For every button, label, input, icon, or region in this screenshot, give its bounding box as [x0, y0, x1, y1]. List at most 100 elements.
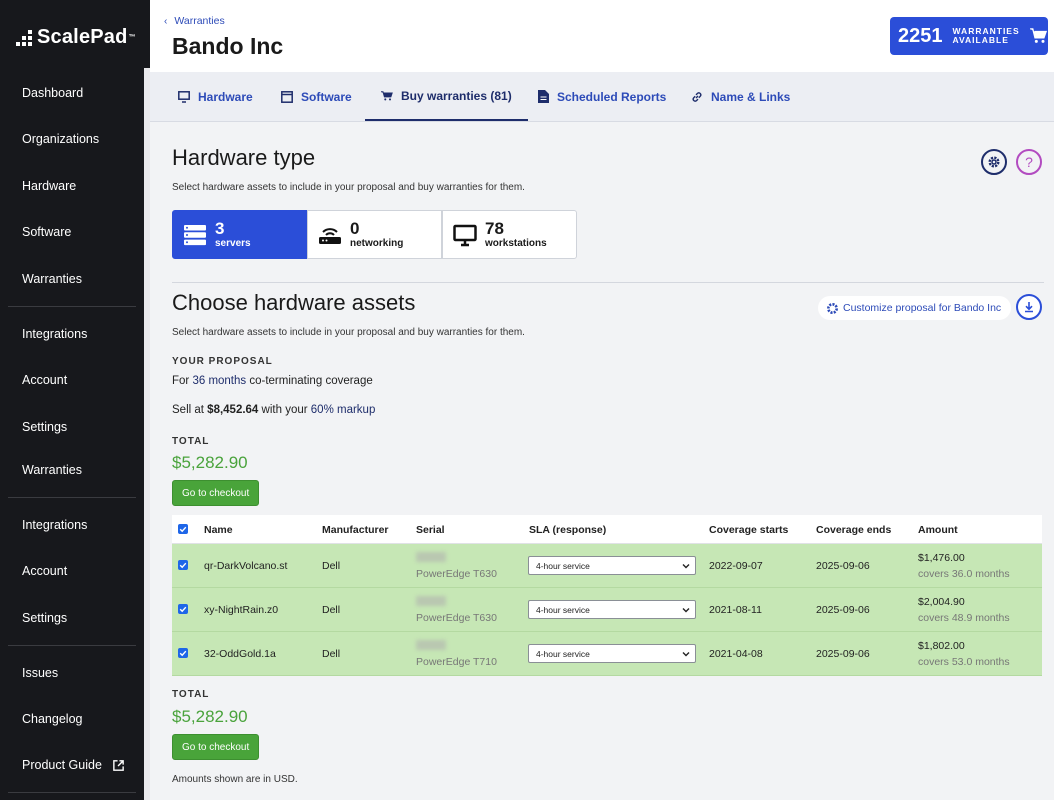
- choose-assets-title: Choose hardware assets: [172, 290, 416, 315]
- warranties-count: 2251: [898, 24, 943, 47]
- asset-model: PowerEdge T630: [416, 568, 497, 580]
- column-header-amount[interactable]: Amount: [918, 524, 958, 536]
- select-all-checkbox[interactable]: [178, 524, 188, 534]
- sidebar-divider: [8, 792, 136, 793]
- logo-text: ScalePad: [37, 26, 128, 48]
- help-button[interactable]: ?: [1016, 149, 1042, 175]
- total-label-bottom: TOTAL: [172, 689, 210, 700]
- coverage-mode[interactable]: co-terminating: [249, 375, 322, 387]
- column-header-sla[interactable]: SLA (response): [529, 524, 606, 536]
- checkout-button-bottom[interactable]: Go to checkout: [172, 734, 260, 760]
- column-header-name[interactable]: Name: [204, 524, 233, 536]
- sidebar-item-settings-2[interactable]: Settings: [22, 611, 67, 625]
- networking-label: networking: [350, 238, 404, 249]
- tab-software[interactable]: Software: [281, 72, 352, 121]
- type-card-networking[interactable]: 0 networking: [307, 210, 442, 259]
- download-button[interactable]: [1016, 294, 1042, 320]
- asset-name: 32-OddGold.1a: [204, 648, 276, 660]
- warranties-available-button[interactable]: 2251 WARRANTIES AVAILABLE: [890, 17, 1048, 55]
- sell-line: Sell at $8,452.64 with your 60% markup: [172, 404, 376, 416]
- asset-manufacturer: Dell: [322, 648, 341, 660]
- chevron-down-icon: [682, 564, 690, 569]
- cart-icon: [381, 90, 393, 100]
- breadcrumb[interactable]: ‹ Warranties: [164, 15, 225, 27]
- sla-select[interactable]: 4-hour service: [528, 556, 696, 575]
- asset-name: qr-DarkVolcano.st: [204, 560, 288, 572]
- type-card-servers[interactable]: 3 servers: [172, 210, 307, 259]
- asset-model: PowerEdge T630: [416, 612, 497, 624]
- coverage-end: 2025-09-06: [816, 648, 870, 660]
- hardware-type-title: Hardware type: [172, 145, 316, 170]
- table-row[interactable]: 32-OddGold.1a Dell PowerEdge T710 4-hour…: [172, 632, 1042, 676]
- sidebar-divider: [8, 306, 136, 307]
- checkout-button[interactable]: Go to checkout: [172, 480, 260, 506]
- customize-proposal-button[interactable]: Customize proposal for Bando Inc: [818, 296, 1012, 320]
- column-header-coverage-starts[interactable]: Coverage starts: [709, 524, 788, 536]
- networking-count: 0: [350, 219, 360, 238]
- tab-name-links[interactable]: Name & Links: [691, 72, 790, 121]
- sidebar-item-settings[interactable]: Settings: [22, 420, 67, 434]
- logo-mark-icon: [16, 29, 34, 46]
- check-icon: [179, 562, 187, 569]
- asset-manufacturer: Dell: [322, 560, 341, 572]
- section-divider: [172, 282, 1044, 283]
- row-checkbox[interactable]: [178, 560, 188, 570]
- sidebar-item-warranties-2[interactable]: Warranties: [22, 463, 82, 477]
- sidebar-item-changelog[interactable]: Changelog: [22, 712, 82, 726]
- page-header: ‹ Warranties Bando Inc 2251 WARRANTIES A…: [150, 0, 1054, 72]
- markup-link[interactable]: 60% markup: [311, 404, 376, 416]
- question-icon: ?: [1025, 154, 1033, 170]
- tab-scheduled-reports[interactable]: Scheduled Reports: [538, 72, 666, 121]
- sidebar-item-integrations-2[interactable]: Integrations: [22, 518, 87, 532]
- sla-select[interactable]: 4-hour service: [528, 644, 696, 663]
- table-header: Name Manufacturer Serial SLA (response) …: [172, 515, 1042, 544]
- table-row[interactable]: qr-DarkVolcano.st Dell PowerEdge T630 4-…: [172, 544, 1042, 588]
- coverage-start: 2021-04-08: [709, 648, 763, 660]
- tab-hardware[interactable]: Hardware: [178, 72, 253, 121]
- check-icon: [179, 606, 187, 613]
- gear-icon: [827, 302, 838, 314]
- sidebar-item-hardware[interactable]: Hardware: [22, 179, 76, 193]
- sidebar-item-organizations[interactable]: Organizations: [22, 132, 99, 146]
- sidebar-item-account-2[interactable]: Account: [22, 564, 67, 578]
- type-card-workstations[interactable]: 78 workstations: [442, 210, 577, 259]
- breadcrumb-warranties[interactable]: Warranties: [174, 15, 224, 27]
- tab-buy-warranties[interactable]: Buy warranties (81): [365, 72, 528, 121]
- tab-bar: Hardware Software Buy warranties (81) Sc…: [150, 72, 1054, 122]
- settings-button[interactable]: [981, 149, 1007, 175]
- row-checkbox[interactable]: [178, 604, 188, 614]
- sla-select[interactable]: 4-hour service: [528, 600, 696, 619]
- asset-name: xy-NightRain.z0: [204, 604, 279, 616]
- main-content: Hardware type Select hardware assets to …: [150, 122, 1054, 800]
- column-header-serial[interactable]: Serial: [416, 524, 445, 536]
- sidebar-item-dashboard[interactable]: Dashboard: [22, 86, 83, 100]
- sidebar-item-integrations[interactable]: Integrations: [22, 327, 87, 341]
- sidebar-item-warranties[interactable]: Warranties: [22, 272, 82, 286]
- sidebar-item-issues[interactable]: Issues: [22, 666, 58, 680]
- chevron-down-icon: [682, 608, 690, 613]
- sidebar-item-software[interactable]: Software: [22, 225, 71, 239]
- sidebar-item-account[interactable]: Account: [22, 373, 67, 387]
- coverage-line: For 36 months co-terminating coverage: [172, 375, 373, 387]
- scalepad-logo[interactable]: ScalePad ™: [16, 26, 136, 49]
- row-covers: covers 53.0 months: [918, 656, 1010, 668]
- check-icon: [179, 526, 187, 533]
- window-icon: [281, 90, 293, 103]
- column-header-manufacturer[interactable]: Manufacturer: [322, 524, 389, 536]
- router-icon: [319, 227, 341, 244]
- available-label: AVAILABLE: [952, 35, 1009, 45]
- coverage-months-link[interactable]: 36 months: [192, 375, 246, 387]
- column-header-coverage-ends[interactable]: Coverage ends: [816, 524, 891, 536]
- check-icon: [179, 650, 187, 657]
- sidebar-item-product-guide[interactable]: Product Guide: [22, 758, 125, 772]
- servers-count: 3: [215, 219, 225, 238]
- hardware-type-selector: 3 servers 0 networking 78 workstations: [172, 210, 577, 259]
- currency-footnote: Amounts shown are in USD.: [172, 774, 298, 785]
- your-proposal-label: YOUR PROPOSAL: [172, 356, 273, 367]
- coverage-start: 2021-08-11: [709, 604, 762, 616]
- row-checkbox[interactable]: [178, 648, 188, 658]
- monitor-icon: [453, 224, 477, 246]
- hardware-type-subtitle: Select hardware assets to include in you…: [172, 182, 525, 193]
- table-row[interactable]: xy-NightRain.z0 Dell PowerEdge T630 4-ho…: [172, 588, 1042, 632]
- gear-icon: [988, 156, 1000, 168]
